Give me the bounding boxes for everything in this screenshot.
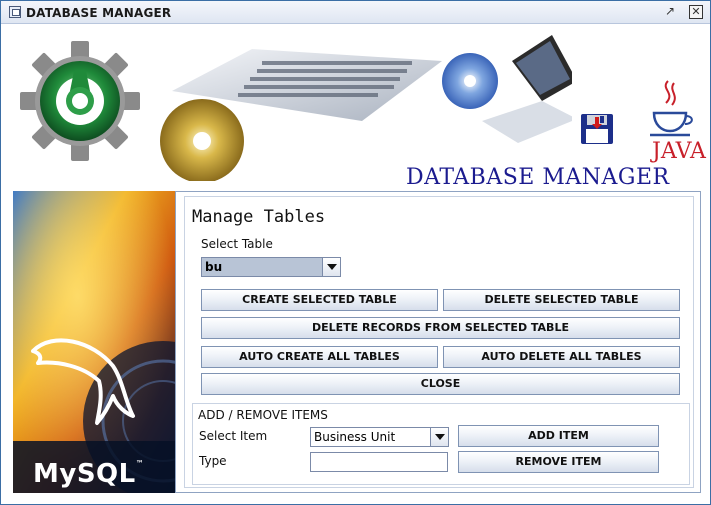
java-cup-icon <box>650 80 693 137</box>
gear-logo-icon <box>20 41 140 161</box>
remove-item-button[interactable]: REMOVE ITEM <box>458 451 659 473</box>
app-window-icon[interactable] <box>9 6 21 18</box>
delete-selected-table-button[interactable]: DELETE SELECTED TABLE <box>443 289 680 311</box>
group-title: ADD / REMOVE ITEMS <box>198 408 328 422</box>
type-input[interactable] <box>310 452 448 472</box>
page-title: Manage Tables <box>192 207 326 227</box>
close-icon[interactable]: ✕ <box>689 5 703 19</box>
manage-tables-panel: Manage Tables Select Table bu CREATE SEL… <box>184 196 694 488</box>
window-title: DATABASE MANAGER <box>26 6 172 20</box>
mysql-artwork <box>13 191 175 493</box>
select-table-value: bu <box>202 258 322 276</box>
delete-records-button[interactable]: DELETE RECORDS FROM SELECTED TABLE <box>201 317 680 339</box>
add-item-button[interactable]: ADD ITEM <box>458 425 659 447</box>
title-bar[interactable]: DATABASE MANAGER ↗ ✕ <box>1 1 710 24</box>
laptop-cd-illustration <box>160 35 572 181</box>
auto-create-all-tables-button[interactable]: AUTO CREATE ALL TABLES <box>201 346 438 368</box>
type-label: Type <box>199 454 227 468</box>
banner-title: DATABASE MANAGER <box>406 165 670 190</box>
java-logo-text: JAVA <box>652 139 706 164</box>
select-table-label: Select Table <box>201 237 273 251</box>
select-table-dropdown[interactable]: bu <box>201 257 341 277</box>
database-manager-window: DATABASE MANAGER ↗ ✕ JAVA DATABASE MANAG… <box>0 0 711 505</box>
chevron-down-icon[interactable] <box>430 428 448 446</box>
mysql-side-panel: MySQL™ <box>13 191 175 493</box>
chevron-down-icon[interactable] <box>322 258 340 276</box>
mysql-logo-text: MySQL™ <box>33 459 145 489</box>
close-button[interactable]: CLOSE <box>201 373 680 395</box>
auto-delete-all-tables-button[interactable]: AUTO DELETE ALL TABLES <box>443 346 680 368</box>
add-remove-items-group: ADD / REMOVE ITEMS Select Item Business … <box>192 403 690 485</box>
select-item-value: Business Unit <box>314 430 396 444</box>
select-item-dropdown[interactable]: Business Unit <box>310 427 449 447</box>
floppy-disk-icon <box>581 114 613 144</box>
create-selected-table-button[interactable]: CREATE SELECTED TABLE <box>201 289 438 311</box>
select-item-label: Select Item <box>199 429 268 443</box>
restore-icon[interactable]: ↗ <box>663 5 677 19</box>
content-panel: Manage Tables Select Table bu CREATE SEL… <box>175 191 701 493</box>
header-banner: JAVA DATABASE MANAGER <box>2 25 710 191</box>
